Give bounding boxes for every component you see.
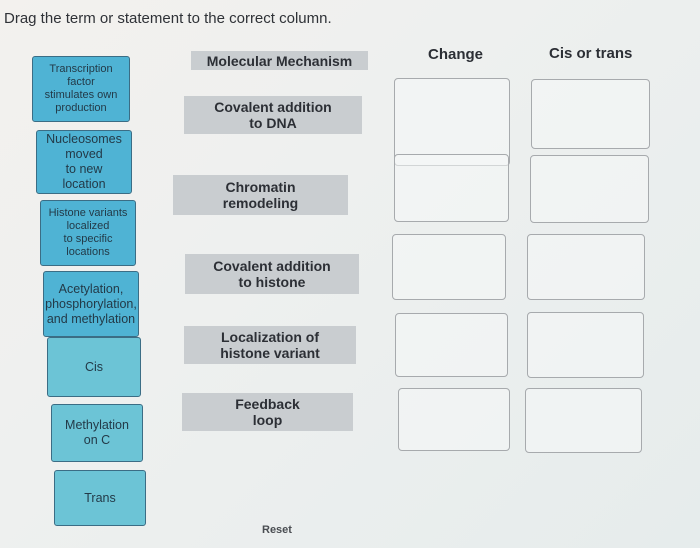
column-header-change: Change [428, 46, 484, 63]
term-tile-cis[interactable]: Cis [47, 337, 141, 397]
term-tile-methylation-on-c[interactable]: Methylation on C [51, 404, 143, 462]
term-tile-nucleosomes-moved[interactable]: Nucleosomes moved to new location [36, 130, 132, 194]
term-tile-acetylation[interactable]: Acetylation, phosphorylation, and methyl… [43, 271, 139, 337]
drop-zone-cis-trans-5[interactable] [525, 388, 642, 453]
drop-zone-change-1[interactable] [394, 78, 510, 166]
term-label: Trans [84, 490, 116, 505]
drop-zone-cis-trans-4[interactable] [527, 312, 644, 378]
mechanism-row-feedback-loop: Feedback loop [182, 393, 353, 431]
term-label: Cis [84, 359, 104, 374]
term-label: Histone variants localized to specific l… [48, 207, 128, 258]
drop-zone-cis-trans-2[interactable] [530, 155, 649, 223]
instruction-text: Drag the term or statement to the correc… [4, 10, 332, 27]
drop-zone-change-5[interactable] [398, 388, 510, 451]
mechanism-row-chromatin-remodeling: Chromatin remodeling [173, 175, 348, 215]
term-label: Acetylation, phosphorylation, and methyl… [45, 281, 137, 326]
term-label: Methylation on C [65, 418, 129, 447]
term-tile-transcription-factor[interactable]: Transcription factor stimulates own prod… [32, 56, 130, 122]
drop-zone-cis-trans-1[interactable] [531, 79, 650, 149]
term-tile-trans[interactable]: Trans [54, 470, 146, 526]
drop-zone-change-4[interactable] [395, 313, 508, 377]
column-header-cis-or-trans: Cis or trans [549, 45, 633, 62]
mechanism-row-covalent-addition-histone: Covalent addition to histone [185, 254, 359, 294]
drop-zone-change-2[interactable] [394, 154, 509, 222]
drop-zone-change-3[interactable] [392, 234, 506, 300]
term-tile-histone-variants[interactable]: Histone variants localized to specific l… [40, 200, 136, 266]
reset-button[interactable]: Reset [262, 524, 292, 536]
mechanism-row-covalent-addition-dna: Covalent addition to DNA [184, 96, 362, 134]
column-header-molecular-mechanism: Molecular Mechanism [191, 51, 368, 70]
mechanism-row-localization-histone-variant: Localization of histone variant [184, 326, 356, 364]
drop-zone-cis-trans-3[interactable] [527, 234, 645, 300]
term-label: Transcription factor stimulates own prod… [44, 63, 118, 114]
term-label: Nucleosomes moved to new location [46, 132, 122, 191]
